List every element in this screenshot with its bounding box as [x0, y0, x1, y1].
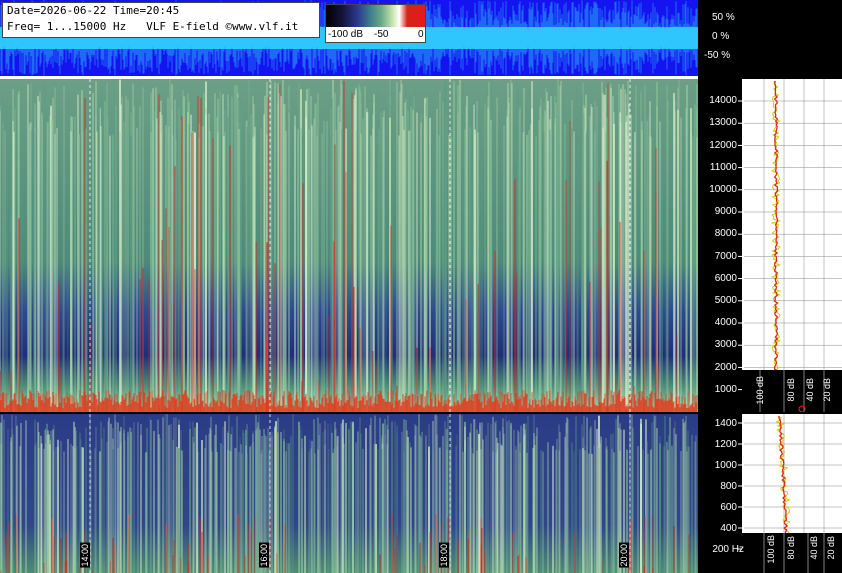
freq-label: 4000 — [714, 317, 737, 328]
freq-label: 3000 — [714, 339, 737, 350]
db-label-upper: 20 dB — [822, 378, 832, 402]
freq-label: 6000 — [714, 273, 737, 284]
spectrogram-upper — [0, 79, 698, 412]
freq-label: 1400 — [714, 418, 737, 429]
freq-label: 9000 — [714, 206, 737, 217]
freq-label: 2000 — [714, 362, 737, 373]
freq-label: 8000 — [714, 228, 737, 239]
freq-label: 200 Hz — [712, 544, 744, 555]
freq-label: 11000 — [709, 162, 737, 173]
spectrogram-lower — [0, 414, 698, 573]
vlf-spectrogram-window: Date=2026-06-22 Time=20:45 Freq= 1...150… — [0, 0, 842, 573]
wave-scale-mid: 0 % — [712, 31, 730, 42]
time-label-1600: 16:00 — [259, 543, 269, 568]
freq-label: 1000 — [714, 384, 737, 395]
color-gradient — [326, 5, 425, 27]
freq-label: 12000 — [709, 140, 737, 151]
time-label-1800: 18:00 — [439, 543, 449, 568]
time-label-2000: 20:00 — [619, 543, 629, 568]
freq-label: 14000 — [709, 95, 737, 106]
frequency-line: Freq= 1...15000 Hz VLF E-field ©www.vlf.… — [7, 20, 299, 33]
db-label-lower: 20 dB — [826, 536, 836, 560]
wave-scale-top: 50 % — [712, 12, 735, 23]
wave-scale-bottom: -50 % — [704, 50, 731, 61]
colorbar-tick-0: 0 — [418, 29, 424, 40]
spectrogram-lower-canvas — [0, 414, 698, 573]
spectrogram-upper-canvas — [0, 79, 698, 412]
colorbar-tick-minus50: -50 — [374, 29, 389, 40]
freq-label: 5000 — [714, 295, 737, 306]
freq-label: 800 — [720, 481, 737, 492]
date-time-line: Date=2026-06-22 Time=20:45 — [7, 4, 180, 17]
freq-label: 7000 — [714, 251, 737, 262]
freq-label: 10000 — [709, 184, 737, 195]
freq-label: 400 — [720, 523, 737, 534]
db-label-upper: 100 dB — [755, 376, 765, 405]
info-box: Date=2026-06-22 Time=20:45 Freq= 1...150… — [2, 2, 320, 38]
freq-label: 1000 — [714, 460, 737, 471]
db-label-lower: 40 dB — [809, 536, 819, 560]
color-scale-bar: -100 dB -50 0 — [325, 4, 426, 43]
colorbar-tick-minus100: -100 dB — [328, 29, 364, 40]
db-label-lower: 80 dB — [786, 536, 796, 560]
freq-label: 1200 — [714, 439, 737, 450]
freq-label: 600 — [720, 502, 737, 513]
time-label-1400: 14:00 — [80, 543, 90, 568]
db-label-upper: 40 dB — [805, 378, 815, 402]
freq-label: 13000 — [709, 117, 737, 128]
db-label-lower: 100 dB — [766, 535, 776, 564]
db-label-upper: 80 dB — [786, 378, 796, 402]
